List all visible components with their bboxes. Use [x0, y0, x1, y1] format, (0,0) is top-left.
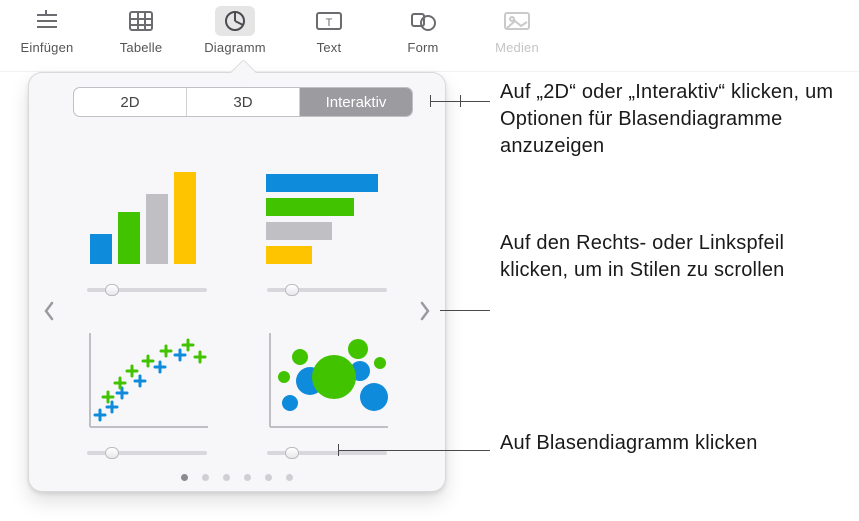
media-icon — [497, 6, 537, 36]
callout-leader — [440, 310, 490, 311]
column-chart-icon — [82, 164, 212, 272]
toolbar-label: Form — [407, 40, 438, 55]
toolbar-label: Medien — [495, 40, 539, 55]
dot — [223, 474, 230, 481]
insert-icon — [27, 6, 67, 36]
callout-bubble: Auf Blasendiagramm klicken — [500, 430, 820, 457]
thumb-bubble-chart[interactable] — [253, 302, 401, 459]
toolbar-label: Diagramm — [204, 40, 266, 55]
dot — [181, 474, 188, 481]
toolbar-shape[interactable]: Form — [376, 6, 470, 68]
style-slider[interactable] — [267, 447, 387, 459]
shape-icon — [403, 6, 443, 36]
toolbar-label: Tabelle — [120, 40, 163, 55]
bubble-chart-icon — [262, 327, 392, 435]
dot — [244, 474, 251, 481]
style-slider[interactable] — [87, 447, 207, 459]
text-box-icon: T — [309, 6, 349, 36]
chart-thumbnails — [29, 131, 445, 463]
page-dots[interactable] — [29, 474, 445, 481]
tab-3d[interactable]: 3D — [187, 88, 300, 116]
chart-pie-icon — [215, 6, 255, 36]
style-slider[interactable] — [87, 284, 207, 296]
thumb-column-chart[interactable] — [73, 139, 221, 296]
tab-interaktiv[interactable]: Interaktiv — [300, 88, 412, 116]
dot — [265, 474, 272, 481]
toolbar-chart[interactable]: Diagramm — [188, 6, 282, 68]
dot — [202, 474, 209, 481]
callout-leader — [338, 450, 490, 451]
callout-tick — [338, 444, 339, 456]
toolbar-label: Einfügen — [21, 40, 74, 55]
toolbar-table[interactable]: Tabelle — [94, 6, 188, 68]
svg-text:T: T — [326, 17, 333, 29]
thumb-scatter-chart[interactable] — [73, 302, 221, 459]
dot — [286, 474, 293, 481]
scatter-chart-icon — [82, 327, 212, 435]
callout-tick — [460, 95, 461, 107]
style-slider[interactable] — [267, 284, 387, 296]
callout-tabs: Auf „2D“ oder „Interaktiv“ klicken, um O… — [500, 79, 850, 160]
toolbar-insert[interactable]: Einfügen — [0, 6, 94, 68]
hbar-chart-icon — [262, 164, 392, 272]
chart-popover: 2D 3D Interaktiv — [28, 72, 446, 492]
chart-type-tabs: 2D 3D Interaktiv — [73, 87, 413, 117]
callout-tick — [430, 95, 431, 107]
thumb-hbar-chart[interactable] — [253, 139, 401, 296]
tab-2d[interactable]: 2D — [74, 88, 187, 116]
toolbar-text[interactable]: T Text — [282, 6, 376, 68]
toolbar-label: Text — [317, 40, 342, 55]
table-icon — [121, 6, 161, 36]
toolbar: Einfügen Tabelle Diagramm T Text — [0, 0, 859, 72]
toolbar-media[interactable]: Medien — [470, 6, 564, 68]
callout-arrows: Auf den Rechts- oder Linkspfeil klicken,… — [500, 230, 820, 284]
